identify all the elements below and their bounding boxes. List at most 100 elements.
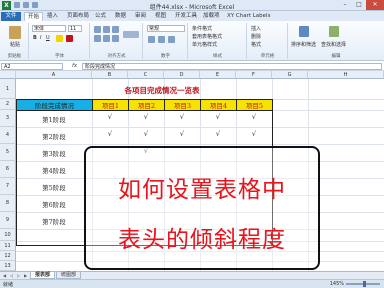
comma-icon[interactable] bbox=[168, 36, 175, 43]
tab-xy-chart-labels[interactable]: XY Chart Labels bbox=[224, 12, 273, 21]
next-sheet-icon[interactable]: ▷ bbox=[16, 273, 21, 278]
window-controls: – □ ✕ bbox=[338, 0, 384, 10]
name-box[interactable]: A2 bbox=[1, 63, 63, 70]
prev-sheet-icon[interactable]: ◁ bbox=[9, 273, 14, 278]
column-header-d[interactable]: D bbox=[164, 71, 200, 79]
check-mark[interactable]: √ bbox=[164, 113, 200, 121]
check-mark[interactable]: √ bbox=[92, 130, 128, 138]
tab-file[interactable]: 文件 bbox=[1, 12, 21, 21]
font-color-icon[interactable] bbox=[66, 35, 73, 42]
tab-developer[interactable]: 开发工具 bbox=[172, 12, 200, 21]
row-header-13[interactable]: 13 bbox=[0, 261, 16, 271]
delete-cells-button[interactable]: 删除 bbox=[251, 33, 261, 40]
fx-button[interactable]: fx bbox=[72, 63, 77, 69]
row-header-6[interactable]: 6 bbox=[0, 161, 16, 178]
align-center-icon[interactable] bbox=[103, 35, 110, 42]
stage-label[interactable]: 第4阶段 bbox=[16, 161, 92, 178]
font-name-select[interactable]: 宋体 bbox=[32, 25, 66, 32]
minimize-button[interactable]: – bbox=[338, 0, 352, 10]
align-right-icon[interactable] bbox=[112, 35, 119, 42]
select-all-corner[interactable] bbox=[0, 71, 16, 79]
row-header-11[interactable]: 11 bbox=[0, 241, 16, 251]
number-format-select[interactable]: 常规 bbox=[147, 25, 185, 32]
row-header-8[interactable]: 8 bbox=[0, 195, 16, 212]
bold-button[interactable]: B bbox=[33, 35, 37, 41]
status-ready: 就绪 bbox=[3, 282, 14, 288]
row-header-3[interactable]: 3 bbox=[0, 110, 16, 127]
tab-addins[interactable]: 加载项 bbox=[200, 12, 223, 21]
align-top-icon[interactable] bbox=[94, 26, 101, 33]
check-mark[interactable]: √ bbox=[128, 113, 164, 121]
row-header-5[interactable]: 5 bbox=[0, 144, 16, 161]
stage-label[interactable]: 第5阶段 bbox=[16, 178, 92, 195]
zoom-level[interactable]: 145% bbox=[330, 281, 344, 287]
row-header-9[interactable]: 9 bbox=[0, 212, 16, 229]
row-header-1[interactable]: 1 bbox=[0, 79, 16, 99]
align-middle-icon[interactable] bbox=[103, 26, 110, 33]
column-header-b[interactable]: B bbox=[92, 71, 128, 79]
stage-label[interactable]: 第7阶段 bbox=[16, 212, 92, 229]
check-mark[interactable]: √ bbox=[236, 113, 272, 121]
sort-filter-icon[interactable] bbox=[299, 26, 309, 37]
check-mark[interactable]: √ bbox=[200, 130, 236, 138]
row-header-7[interactable]: 7 bbox=[0, 178, 16, 195]
sheet-tab-2[interactable]: 统图部 bbox=[56, 272, 82, 279]
cell-styles-button[interactable]: 单元格样式 bbox=[192, 41, 217, 48]
sheet-tab-bar: ◀ ◁ ▷ ▶ 报表部 统图部 bbox=[0, 271, 384, 279]
underline-button[interactable]: U bbox=[46, 35, 50, 41]
stage-label[interactable]: 第6阶段 bbox=[16, 195, 92, 212]
row-header-2[interactable]: 2 bbox=[0, 99, 16, 110]
tab-formulas[interactable]: 公式 bbox=[92, 12, 109, 21]
format-cells-button[interactable]: 格式 bbox=[251, 41, 261, 48]
close-button[interactable]: ✕ bbox=[366, 0, 384, 10]
tab-page-layout[interactable]: 页面布局 bbox=[64, 12, 92, 21]
conditional-format-button[interactable]: 条件格式 bbox=[192, 25, 212, 32]
column-header-f[interactable]: F bbox=[236, 71, 272, 79]
column-header-a[interactable]: A bbox=[16, 71, 92, 79]
check-mark[interactable]: √ bbox=[92, 113, 128, 121]
percent-icon[interactable] bbox=[158, 36, 165, 43]
format-as-table-button[interactable]: 套用表格格式 bbox=[192, 33, 222, 40]
check-mark[interactable]: √ bbox=[200, 113, 236, 121]
tab-review[interactable]: 审阅 bbox=[132, 12, 149, 21]
last-sheet-icon[interactable]: ▶ bbox=[23, 273, 28, 278]
fill-color-icon[interactable] bbox=[56, 35, 63, 42]
currency-icon[interactable] bbox=[148, 36, 155, 43]
tab-view[interactable]: 视图 bbox=[152, 12, 169, 21]
sort-filter-button[interactable]: 排序和筛选 bbox=[291, 41, 316, 48]
check-mark[interactable]: √ bbox=[236, 130, 272, 138]
check-mark[interactable]: √ bbox=[128, 130, 164, 138]
formula-input[interactable]: 阶段完成情况 bbox=[82, 63, 382, 70]
column-header-c[interactable]: C bbox=[128, 71, 164, 79]
tab-insert[interactable]: 插入 bbox=[44, 12, 61, 21]
row-header-12[interactable]: 12 bbox=[0, 251, 16, 261]
font-size-select[interactable]: 11 bbox=[68, 25, 82, 32]
column-header-h[interactable]: H bbox=[308, 71, 384, 79]
insert-cells-button[interactable]: 插入 bbox=[251, 25, 261, 32]
tab-home[interactable]: 开始 bbox=[24, 12, 44, 21]
align-left-icon[interactable] bbox=[94, 35, 101, 42]
styles-label: 样式 bbox=[213, 54, 222, 59]
stage-label[interactable]: 第2阶段 bbox=[16, 127, 92, 144]
tab-data[interactable]: 数据 bbox=[112, 12, 129, 21]
sheet-tab-1[interactable]: 报表部 bbox=[30, 272, 56, 279]
stage-label[interactable]: 第3阶段 bbox=[16, 144, 92, 161]
row-header-10[interactable]: 10 bbox=[0, 229, 16, 241]
orientation-icon[interactable] bbox=[112, 26, 119, 33]
ribbon-tabs: 文件 开始 插入 页面布局 公式 数据 审阅 视图 开发工具 加载项 XY Ch… bbox=[0, 11, 384, 21]
column-header-e[interactable]: E bbox=[200, 71, 236, 79]
paste-button[interactable]: 粘贴 bbox=[10, 41, 20, 48]
find-select-button[interactable]: 查找和选择 bbox=[321, 41, 346, 48]
merge-center-icon[interactable] bbox=[123, 31, 139, 38]
find-select-icon[interactable] bbox=[329, 26, 339, 37]
check-mark[interactable]: √ bbox=[164, 130, 200, 138]
first-sheet-icon[interactable]: ◀ bbox=[2, 273, 7, 278]
italic-button[interactable]: I bbox=[40, 35, 41, 41]
row-header-4[interactable]: 4 bbox=[0, 127, 16, 144]
paste-icon[interactable] bbox=[9, 26, 21, 39]
zoom-slider-handle[interactable] bbox=[363, 281, 366, 287]
clipboard-group: 粘贴 剪贴板 bbox=[1, 23, 29, 59]
maximize-button[interactable]: □ bbox=[352, 0, 366, 10]
stage-label[interactable]: 第1阶段 bbox=[16, 110, 92, 127]
column-header-g[interactable]: G bbox=[272, 71, 308, 79]
